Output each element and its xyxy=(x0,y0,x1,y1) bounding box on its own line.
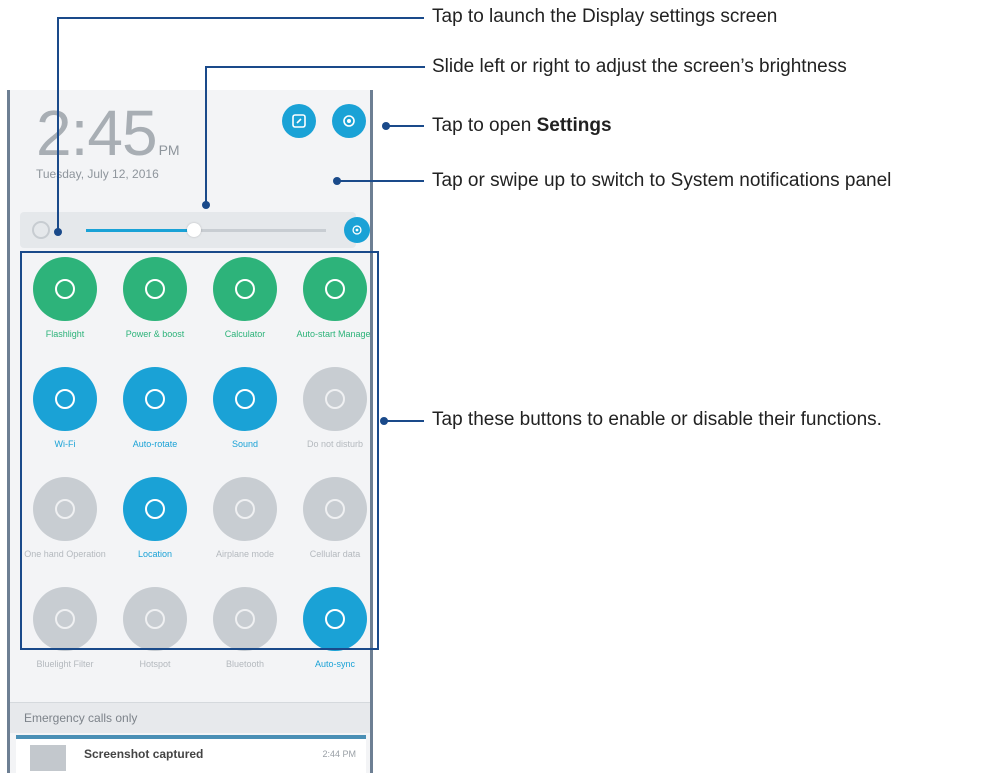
notification-item[interactable]: Screenshot captured 2:44 PM xyxy=(16,735,366,773)
auto-brightness-icon[interactable] xyxy=(32,221,50,239)
callout-brightness: Slide left or right to adjust the screen… xyxy=(432,56,847,77)
gear-icon xyxy=(352,225,362,235)
callout-dot-brightness xyxy=(202,201,210,209)
emergency-status: Emergency calls only xyxy=(10,702,370,733)
tile-label: Auto-sync xyxy=(314,659,356,669)
callout-line-system xyxy=(337,180,424,182)
buttons-highlight-frame xyxy=(20,251,379,650)
emergency-text: Emergency calls only xyxy=(24,711,138,725)
callout-line-settings xyxy=(386,125,424,127)
edit-quick-settings-button[interactable] xyxy=(282,104,316,138)
callout-display-settings: Tap to launch the Display settings scree… xyxy=(432,6,778,27)
edit-icon xyxy=(292,114,306,128)
callout-line-buttons xyxy=(384,420,424,422)
display-settings-button[interactable] xyxy=(344,217,370,243)
callout-settings-bold: Settings xyxy=(536,115,612,136)
brightness-thumb[interactable] xyxy=(187,223,201,237)
callout-line-display xyxy=(57,17,59,232)
callout-system-panel: Tap or swipe up to switch to System noti… xyxy=(432,170,892,191)
tile-label: Bluelight Filter xyxy=(36,659,94,669)
callout-line-brightness-h xyxy=(205,66,425,68)
tile-label: Bluetooth xyxy=(225,659,265,669)
clock-ampm: PM xyxy=(158,142,180,158)
notification-time: 2:44 PM xyxy=(322,749,356,759)
callout-buttons: Tap these buttons to enable or disable t… xyxy=(432,409,882,430)
clock-date: Tuesday, July 12, 2016 xyxy=(36,167,159,181)
callout-dot-display xyxy=(54,228,62,236)
notification-title: Screenshot captured xyxy=(84,747,204,761)
callout-line-brightness xyxy=(205,66,207,204)
brightness-row xyxy=(20,212,370,248)
clock-time: 2:45 xyxy=(36,97,158,169)
brightness-fill xyxy=(86,229,194,232)
brightness-slider[interactable] xyxy=(86,223,326,237)
callout-settings-prefix: Tap to open xyxy=(432,115,537,136)
tile-label: Hotspot xyxy=(139,659,171,669)
settings-button[interactable] xyxy=(332,104,366,138)
screenshot-thumbnail xyxy=(30,745,66,771)
gear-icon xyxy=(343,115,355,127)
callout-line-display-h xyxy=(57,17,424,19)
callout-settings: Tap to open Settings xyxy=(432,115,612,137)
